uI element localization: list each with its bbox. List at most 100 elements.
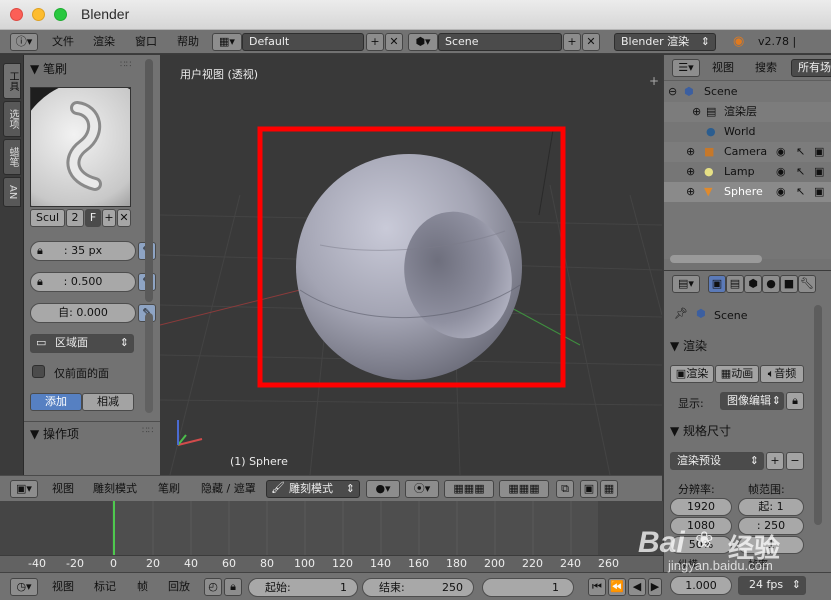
prev-keyframe-button[interactable]: ⏪ [608, 578, 626, 596]
outliner-row-scene[interactable]: ⊖ ⬢ Scene [664, 82, 831, 102]
render-layers-tab[interactable]: ▤ [726, 275, 744, 293]
modifier-tab[interactable]: 🔧︎ [798, 275, 816, 293]
render-camera-icon[interactable]: ▣ [814, 142, 824, 162]
render-still-button[interactable]: ▣渲染 [670, 365, 714, 383]
sculpt-plane-select[interactable]: ▭ 区域面 ⇕ [30, 334, 134, 353]
select-arrow-icon[interactable]: ↖ [796, 142, 805, 162]
add-layout-button[interactable]: + [366, 33, 384, 51]
tab-grease-pencil[interactable]: 蜡笔 [3, 139, 21, 175]
add-direction-button[interactable]: 添加 [30, 393, 82, 411]
world-tab[interactable]: ● [762, 275, 780, 293]
close-window-button[interactable] [10, 8, 23, 21]
render-camera-icon[interactable]: ▣ [814, 182, 824, 202]
outliner-row-sphere[interactable]: ⊕ ▼ Sphere ◉ ↖ ▣ [664, 182, 831, 202]
3d-viewport[interactable]: + 用户视图 (透视) (1) Sphere [160, 55, 662, 475]
tab-options[interactable]: 选项 [3, 101, 21, 137]
menu-view[interactable]: 视图 [52, 476, 74, 502]
minimize-window-button[interactable] [32, 8, 45, 21]
play-reverse-button[interactable]: ◀ [628, 578, 646, 596]
remove-brush-button[interactable]: ✕ [117, 209, 131, 227]
brush-users-count[interactable]: 2 [66, 209, 84, 227]
menu-render[interactable]: 渲染 [93, 30, 115, 54]
drag-handle-icon[interactable]: ∷∷ [142, 426, 153, 436]
visibility-eye-icon[interactable]: ◉ [776, 142, 786, 162]
outliner-hscrollbar[interactable] [670, 255, 762, 263]
editor-type-button[interactable]: ⓘ▾ [10, 33, 38, 51]
aspect-x-field[interactable]: 1.000 [670, 576, 732, 595]
menu-help[interactable]: 帮助 [177, 30, 199, 54]
play-button[interactable]: ▶ [648, 578, 662, 596]
select-arrow-icon[interactable]: ↖ [796, 162, 805, 182]
preview-range-button[interactable]: ◴ [204, 578, 222, 596]
menu-brush[interactable]: 笔刷 [158, 476, 180, 502]
render-camera-icon[interactable]: ▣ [814, 162, 824, 182]
subtract-direction-button[interactable]: 相减 [82, 393, 134, 411]
brush-preview[interactable] [30, 87, 131, 207]
menu-hide-mask[interactable]: 隐藏 / 遮罩 [201, 476, 256, 502]
menu-window[interactable]: 窗口 [135, 30, 157, 54]
screen-layout-button[interactable]: ▦▾ [212, 33, 242, 51]
remove-preset-button[interactable]: − [786, 452, 804, 470]
display-mode-select[interactable]: 所有场 [791, 59, 831, 77]
render-audio-button[interactable]: 🔈︎音频 [760, 365, 804, 383]
toolpanel-scrollbar[interactable] [145, 59, 153, 302]
lock-camera-button[interactable]: ⧉ [556, 480, 574, 498]
dimensions-panel-header[interactable]: ▼ 规格尺寸 [670, 422, 731, 439]
layer-buttons-1[interactable]: ▦▦▦ [444, 480, 494, 498]
viewport-corner-plus[interactable]: + [649, 74, 659, 88]
render-anim-button[interactable]: ▦ [600, 480, 618, 498]
pivot-select[interactable]: ⦿▾ [405, 480, 439, 498]
editor-type-button[interactable]: ▤▾ [672, 275, 700, 293]
object-tab[interactable]: ■ [780, 275, 798, 293]
editor-type-button[interactable]: ◷▾ [10, 578, 38, 596]
screen-layout-field[interactable]: Default [242, 33, 364, 51]
editor-type-button[interactable]: ☰▾ [672, 59, 700, 77]
menu-outliner-view[interactable]: 视图 [712, 56, 734, 80]
layer-buttons-2[interactable]: ▦▦▦ [499, 480, 549, 498]
render-context-tab[interactable]: ▣ [708, 275, 726, 293]
shading-select[interactable]: ●▾ [366, 480, 400, 498]
display-mode-select[interactable]: 图像编辑 ⇕ [720, 392, 784, 410]
brush-panel-header[interactable]: ▼ 笔刷 [30, 60, 67, 77]
brush-name-field[interactable]: Scul [30, 209, 65, 227]
menu-file[interactable]: 文件 [52, 30, 74, 54]
zoom-window-button[interactable] [54, 8, 67, 21]
menu-sculpt[interactable]: 雕刻模式 [93, 476, 137, 502]
drag-handle-icon[interactable]: ∷∷ [120, 60, 131, 70]
render-button[interactable]: ▣ [580, 480, 598, 498]
delete-scene-button[interactable]: ✕ [582, 33, 600, 51]
visibility-eye-icon[interactable]: ◉ [776, 182, 786, 202]
render-engine-select[interactable]: Blender 渲染 ⇕ [614, 33, 716, 51]
tab-tools[interactable]: 工具 [3, 63, 21, 99]
visibility-eye-icon[interactable]: ◉ [776, 162, 786, 182]
menu-frame[interactable]: 帧 [137, 573, 148, 600]
jump-start-button[interactable]: ⏮ [588, 578, 606, 596]
render-panel-header[interactable]: ▼ 渲染 [670, 337, 707, 354]
frame-start-field[interactable]: 起: 1 [738, 498, 804, 516]
pin-icon[interactable]: 📌︎ [674, 307, 688, 320]
menu-marker[interactable]: 标记 [94, 573, 116, 600]
render-animation-button[interactable]: ▦动画 [715, 365, 759, 383]
mode-select[interactable]: 🖌︎ 雕刻模式 ⇕ [266, 480, 360, 498]
scene-field[interactable]: Scene [438, 33, 562, 51]
outliner-row-lamp[interactable]: ⊕ ● Lamp ◉ ↖ ▣ [664, 162, 831, 182]
current-frame-field[interactable]: 1 [482, 578, 574, 597]
outliner-row-renderlayers[interactable]: ⊕ ▤ 渲染层 [664, 102, 831, 122]
render-preset-select[interactable]: 渲染预设 ⇕ [670, 452, 764, 470]
start-frame-field[interactable]: 起始: 1 [248, 578, 358, 597]
front-faces-checkbox[interactable]: 仅前面的面 [32, 363, 152, 381]
properties-scrollbar[interactable] [814, 305, 822, 525]
add-brush-button[interactable]: + [102, 209, 116, 227]
outliner-row-camera[interactable]: ⊕ ■ Camera ◉ ↖ ▣ [664, 142, 831, 162]
editor-type-button[interactable]: ▣▾ [10, 480, 38, 498]
delete-layout-button[interactable]: ✕ [385, 33, 403, 51]
menu-outliner-search[interactable]: 搜索 [755, 56, 777, 80]
tab-an[interactable]: AN [3, 177, 21, 207]
resolution-x-field[interactable]: 1920 [670, 498, 732, 516]
outliner-row-world[interactable]: ● World [664, 122, 831, 142]
fps-select[interactable]: 24 fps ⇕ [738, 576, 806, 595]
end-frame-field[interactable]: 结束: 250 [362, 578, 474, 597]
fake-user-toggle[interactable]: F [85, 209, 101, 227]
menu-playback[interactable]: 回放 [168, 573, 190, 600]
menu-timeline-view[interactable]: 视图 [52, 573, 74, 600]
